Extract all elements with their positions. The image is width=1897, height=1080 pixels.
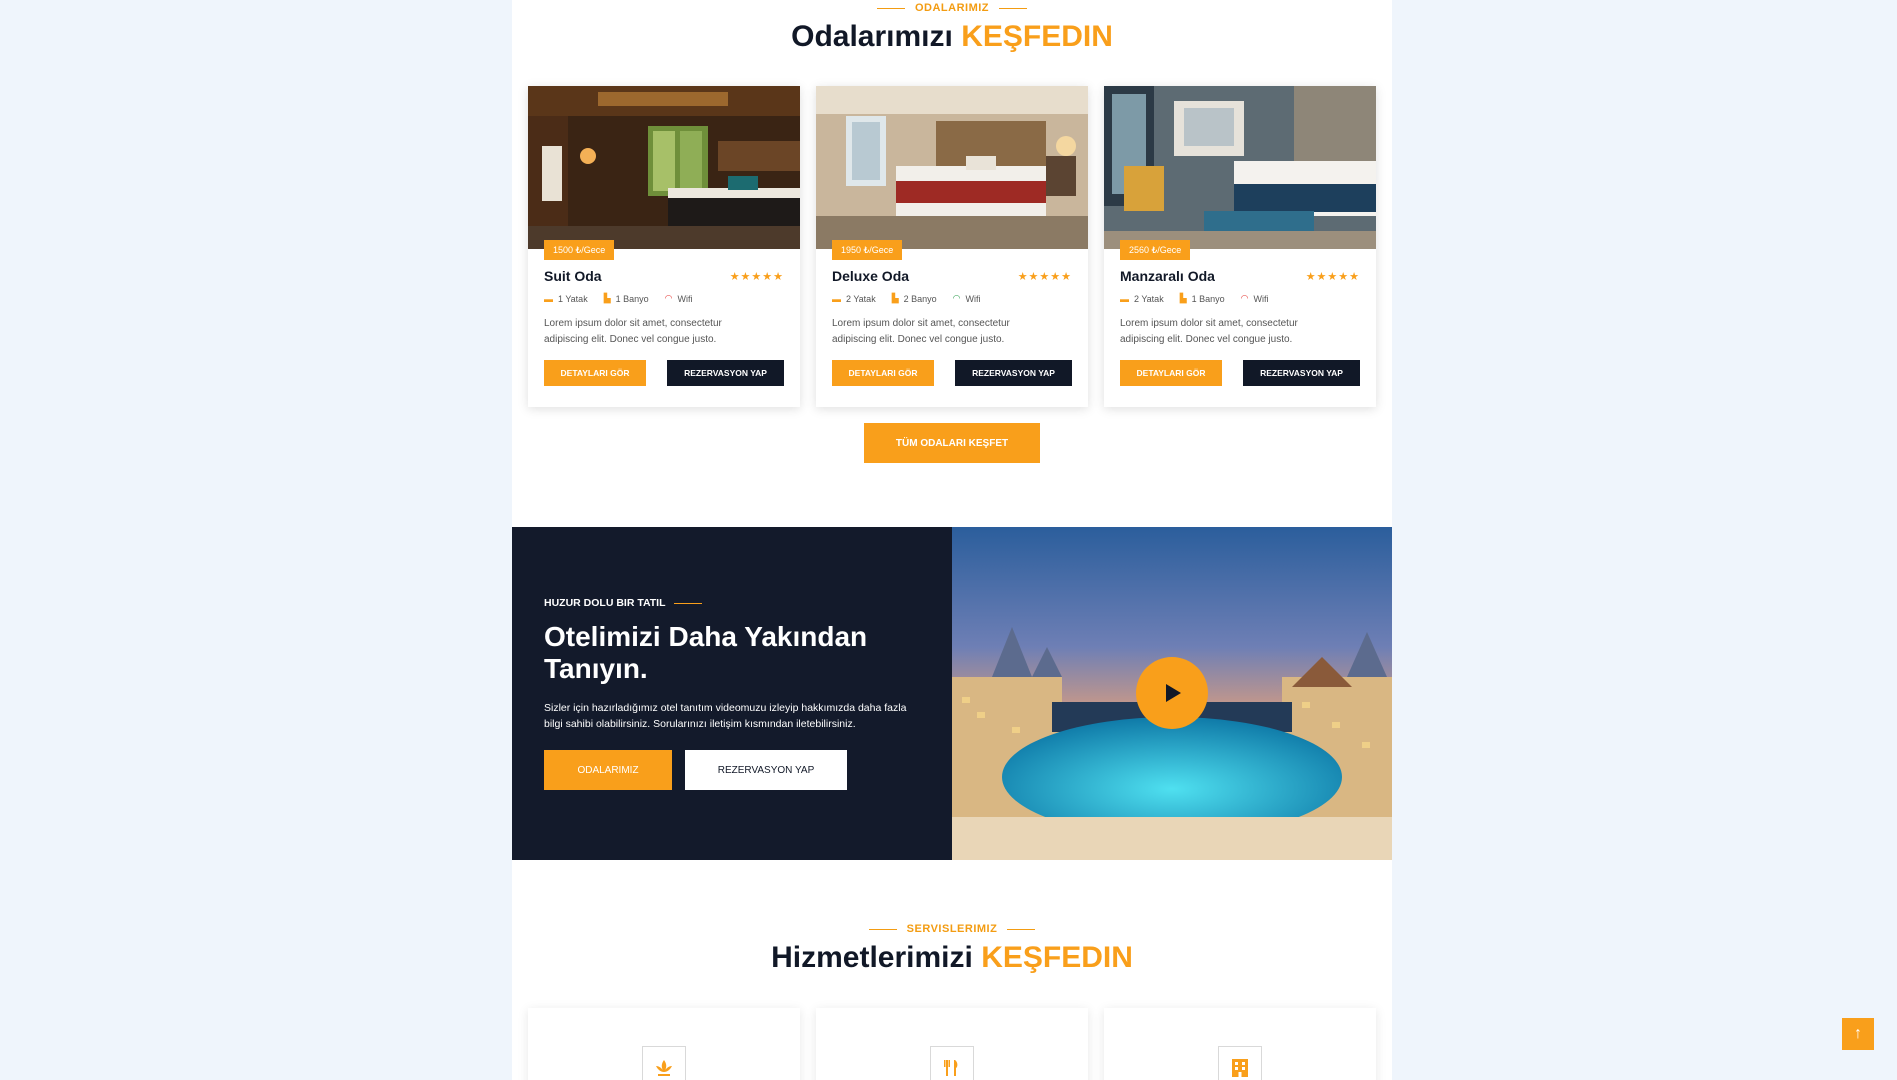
promo-description: Sizler için hazırladığımız otel tanıtım …: [544, 702, 907, 730]
rating-stars: ★★★★★: [1017, 270, 1072, 283]
price-badge: 1950 ₺/Gece: [832, 240, 903, 260]
eyebrow-line: [1007, 928, 1036, 930]
price-badge: 2560 ₺/Gece: [1120, 240, 1191, 260]
wifi-icon: ◠: [952, 293, 961, 303]
service-card[interactable]: [528, 1008, 800, 1080]
service-card[interactable]: [1104, 1008, 1376, 1080]
room-description: Lorem ipsum dolor sit amet, consectetur …: [1120, 318, 1298, 345]
spa-icon: [642, 1046, 686, 1080]
rooms-button[interactable]: ODALARIMIZ: [544, 750, 672, 790]
room-name[interactable]: Suit Oda: [544, 268, 602, 284]
eyebrow-line: [999, 7, 1028, 9]
room-name[interactable]: Deluxe Oda: [832, 268, 909, 284]
wifi-icon: ◠: [1240, 293, 1249, 303]
eyebrow-line: [673, 602, 702, 604]
services-eyebrow: SERVISLERIMIZ: [906, 923, 998, 935]
room-description: Lorem ipsum dolor sit amet, consectetur …: [544, 318, 722, 345]
room-name[interactable]: Manzaralı Oda: [1120, 268, 1215, 284]
bath-icon: ▙: [603, 293, 611, 303]
reserve-button[interactable]: REZERVASYON YAP: [955, 360, 1072, 386]
price-badge: 1500 ₺/Gece: [544, 240, 615, 260]
rooms-section-header: ODALARIMIZ Odalarımızı KEŞFEDIN: [512, 2, 1392, 54]
promo-eyebrow: HUZUR DOLU BIR TATIL: [544, 597, 666, 609]
bath-icon: ▙: [1179, 293, 1187, 303]
wifi-label: Wifi: [965, 293, 981, 304]
beds-label: 1 Yatak: [558, 293, 588, 304]
bath-icon: ▙: [891, 293, 899, 303]
restaurant-icon: [930, 1046, 974, 1080]
rating-stars: ★★★★★: [729, 270, 784, 283]
eyebrow-line: [876, 7, 905, 9]
promo-title: Otelimizi Daha Yakından Tanıyın.: [544, 621, 868, 684]
baths-label: 1 Banyo: [1191, 293, 1225, 304]
room-image[interactable]: [1104, 86, 1376, 249]
eyebrow-line: [868, 928, 897, 930]
promo-text-panel: HUZUR DOLU BIR TATIL Otelimizi Daha Yakı…: [512, 527, 952, 860]
hotel-icon: [1218, 1046, 1262, 1080]
bed-icon: ▬: [832, 293, 841, 304]
details-button[interactable]: DETAYLARI GÖR: [1120, 360, 1222, 386]
page-content: ODALARIMIZ Odalarımızı KEŞFEDIN 1500 ₺/G…: [512, 0, 1392, 1080]
room-image[interactable]: [528, 86, 800, 249]
wifi-label: Wifi: [677, 293, 693, 304]
details-button[interactable]: DETAYLARI GÖR: [832, 360, 934, 386]
bed-icon: ▬: [1120, 293, 1129, 304]
room-card-manzarali[interactable]: 2560 ₺/Gece Manzaralı Oda ★★★★★ ▬ 2 Yatak…: [1104, 86, 1376, 407]
baths-label: 1 Banyo: [615, 293, 649, 304]
services-title: Hizmetlerimizi KEŞFEDIN: [771, 941, 1133, 974]
service-card[interactable]: [816, 1008, 1088, 1080]
rating-stars: ★★★★★: [1305, 270, 1360, 283]
beds-label: 2 Yatak: [846, 293, 876, 304]
reserve-button[interactable]: REZERVASYON YAP: [685, 750, 847, 790]
room-card-suit[interactable]: 1500 ₺/Gece Suit Oda ★★★★★ ▬ 1 Yatak ▙ 1 B…: [528, 86, 800, 407]
reserve-button[interactable]: REZERVASYON YAP: [667, 360, 784, 386]
room-description: Lorem ipsum dolor sit amet, consectetur …: [832, 318, 1010, 345]
wifi-label: Wifi: [1253, 293, 1269, 304]
bed-icon: ▬: [544, 293, 553, 304]
room-card-deluxe[interactable]: 1950 ₺/Gece Deluxe Oda ★★★★★ ▬ 2 Yatak ▙ 2…: [816, 86, 1088, 407]
beds-label: 2 Yatak: [1134, 293, 1164, 304]
details-button[interactable]: DETAYLARI GÖR: [544, 360, 646, 386]
rooms-title: Odalarımızı KEŞFEDIN: [791, 20, 1113, 53]
hotel-video-thumbnail[interactable]: [952, 527, 1392, 860]
scroll-to-top-button[interactable]: ↑: [1842, 1018, 1874, 1050]
rooms-eyebrow: ODALARIMIZ: [914, 2, 990, 14]
room-image[interactable]: [816, 86, 1088, 249]
play-icon: [1166, 684, 1181, 702]
promo-section: HUZUR DOLU BIR TATIL Otelimizi Daha Yakı…: [512, 527, 1392, 860]
play-button[interactable]: [1136, 657, 1208, 729]
services-section-header: SERVISLERIMIZ Hizmetlerimizi KEŞFEDIN: [512, 923, 1392, 975]
baths-label: 2 Banyo: [903, 293, 937, 304]
reserve-button[interactable]: REZERVASYON YAP: [1243, 360, 1360, 386]
wifi-icon: ◠: [664, 293, 673, 303]
explore-all-rooms-button[interactable]: TÜM ODALARI KEŞFET: [864, 423, 1040, 463]
